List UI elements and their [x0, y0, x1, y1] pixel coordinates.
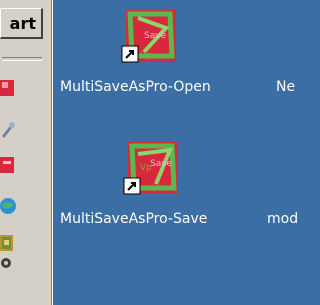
taskbar-separator [2, 57, 42, 61]
svg-text:Vp: Vp [140, 163, 152, 173]
quick-launch-tool-icon[interactable] [0, 120, 18, 140]
multisaveaspro-save-shortcut-icon: Save Vp [122, 140, 180, 198]
desktop-icon-label-cropped[interactable]: mod [267, 211, 298, 227]
quick-launch-gear-icon[interactable] [0, 253, 18, 273]
svg-text:Save: Save [144, 31, 167, 41]
svg-text:Vp: Vp [140, 51, 152, 61]
svg-text:Save: Save [150, 159, 173, 169]
quick-launch-app-red-icon-2[interactable] [0, 155, 18, 175]
multisaveaspro-open-shortcut-icon: Save Vp [120, 8, 178, 66]
quick-launch-app-red-icon[interactable] [0, 78, 18, 98]
quick-launch-globe-icon[interactable] [0, 196, 18, 216]
desktop-icon-label-cropped[interactable]: Ne [276, 79, 295, 95]
quick-launch-archive-icon[interactable] [0, 233, 18, 253]
taskbar: art [0, 0, 53, 305]
desktop-icon-label: MultiSaveAsPro-Open [60, 79, 211, 95]
start-button[interactable]: art [0, 8, 43, 39]
desktop-icon-label: MultiSaveAsPro-Save [60, 211, 208, 227]
start-button-label: art [9, 13, 36, 33]
